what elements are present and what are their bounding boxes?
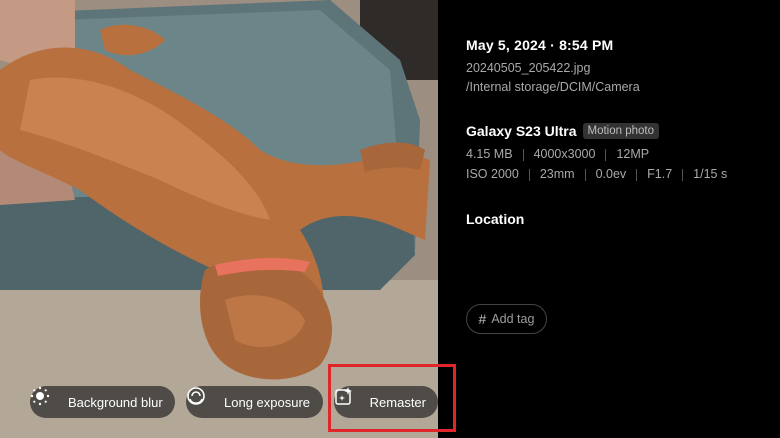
divider [584, 169, 586, 181]
remaster-sparkle-icon [335, 387, 362, 413]
divider [522, 149, 524, 161]
file-info-row: 4.15 MB 4000x3000 12MP [466, 147, 649, 161]
photo-image [0, 0, 438, 438]
aperture: F1.7 [647, 167, 673, 181]
photo-path: /Internal storage/DCIM/Camera [466, 80, 640, 94]
remaster-label: Remaster [369, 394, 426, 410]
photo-datetime: May 5, 2024 · 8:54 PM [466, 37, 614, 53]
background-blur-label: Background blur [68, 394, 163, 410]
photo-filename: 20240505_205422.jpg [466, 61, 591, 75]
file-size: 4.15 MB [466, 147, 513, 161]
details-panel: May 5, 2024 · 8:54 PM 20240505_205422.jp… [466, 0, 766, 438]
long-exposure-icon [187, 387, 216, 413]
device-name: Galaxy S23 Ultra [466, 123, 577, 139]
shutter-speed: 1/15 s [693, 167, 728, 181]
iso-value: ISO 2000 [466, 167, 519, 181]
add-tag-button[interactable]: # Add tag [466, 304, 547, 334]
device-row: Galaxy S23 Ultra Motion photo [466, 123, 660, 139]
photo-viewer[interactable]: Background blur Long exposure Remaster [0, 0, 438, 438]
divider [605, 149, 607, 161]
divider [528, 169, 530, 181]
long-exposure-label: Long exposure [224, 394, 311, 410]
divider [636, 169, 638, 181]
camera-settings-row: ISO 2000 23mm 0.0ev F1.7 1/15 s [466, 167, 727, 181]
location-heading[interactable]: Location [466, 211, 524, 227]
background-blur-icon [30, 386, 60, 413]
hashtag-icon: # [478, 311, 487, 327]
exposure-value: 0.0ev [595, 167, 627, 181]
motion-photo-badge: Motion photo [582, 123, 660, 139]
focal-length: 23mm [539, 167, 575, 181]
megapixels: 12MP [616, 147, 650, 161]
divider [682, 169, 684, 181]
remaster-button[interactable]: Remaster [334, 386, 438, 418]
long-exposure-button[interactable]: Long exposure [186, 386, 323, 418]
add-tag-label: Add tag [491, 312, 535, 326]
resolution: 4000x3000 [533, 147, 596, 161]
background-blur-button[interactable]: Background blur [30, 386, 175, 418]
